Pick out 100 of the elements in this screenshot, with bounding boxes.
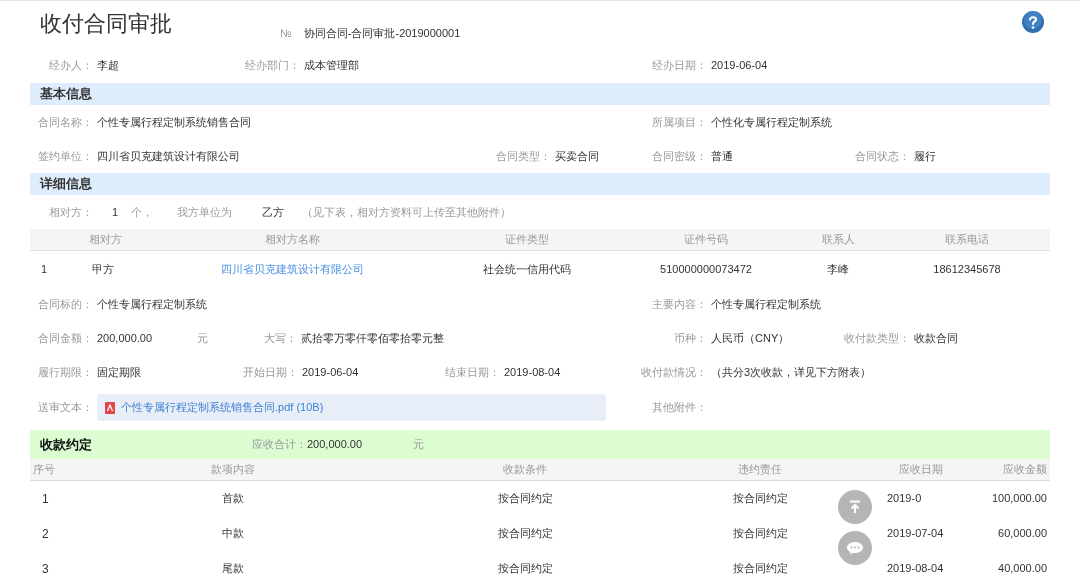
- column-header: 款项内容: [210, 462, 256, 478]
- field-value: 固定期限: [97, 364, 141, 380]
- table-cell-text: 1: [41, 490, 50, 508]
- table-cell-text: 甲方: [91, 261, 115, 277]
- field-label: 合同名称：: [37, 114, 93, 130]
- column-header: 应收金额: [1002, 462, 1048, 478]
- field-label: 经办人：: [48, 58, 93, 74]
- table-cell-text: 中款: [221, 526, 245, 542]
- column-header: 相对方: [87, 232, 123, 248]
- column-header: 联系人: [820, 232, 856, 248]
- field-value: 乙方: [262, 204, 285, 220]
- field-label: 所属项目：: [651, 114, 707, 130]
- counterparty-count: 1: [112, 204, 119, 220]
- field-value: 李超: [97, 58, 119, 74]
- field-label: 送审文本：: [37, 400, 93, 416]
- table-cell-text: 按合同约定: [496, 561, 554, 577]
- field-label: 结束日期：: [444, 364, 500, 380]
- field-label: 相对方：: [48, 204, 93, 220]
- attachment-link[interactable]: 个性专属行程定制系统销售合同.pdf (10B): [97, 394, 606, 421]
- table-cell-text: 2019-07-04: [886, 526, 945, 542]
- field-value: 收款合同: [914, 330, 958, 346]
- field-value: 普通: [711, 148, 733, 164]
- back-to-top-button[interactable]: [838, 490, 872, 524]
- field-label: 开始日期：: [242, 364, 298, 380]
- currency-unit: 元: [197, 330, 208, 346]
- field-label: 其他附件：: [651, 400, 707, 416]
- currency-unit: 元: [413, 437, 424, 453]
- field-label: 经办部门：: [244, 58, 300, 74]
- field-value: 2019-06-04: [302, 364, 359, 380]
- field-label: 合同标的：: [37, 296, 93, 312]
- field-label: 应收合计：: [252, 437, 307, 453]
- pdf-file-icon: [105, 401, 115, 414]
- field-label: 收付款情况：: [640, 364, 707, 380]
- table-cell-text: 2019-08-04: [886, 561, 945, 577]
- section-title: 详细信息: [40, 175, 92, 194]
- field-label: 我方单位为: [177, 204, 233, 220]
- table-cell-text: 2019-0: [886, 491, 923, 507]
- table-cell-text: 100,000.00: [990, 491, 1048, 507]
- hint-text: （见下表，相对方资料可上传至其他附件）: [302, 204, 512, 220]
- field-value: 2019-06-04: [711, 58, 768, 74]
- column-header: 相对方名称: [263, 232, 321, 248]
- field-value: 个性专属行程定制系统: [97, 296, 207, 312]
- table-cell-text: 60,000.00: [997, 526, 1048, 542]
- section-title: 收款约定: [40, 435, 93, 454]
- field-value: 买卖合同: [555, 148, 599, 164]
- column-header: 收款条件: [502, 462, 548, 478]
- field-label: 签约单位：: [37, 148, 93, 164]
- column-header: 序号: [32, 462, 56, 478]
- row-number: 1: [40, 261, 49, 277]
- field-value: 人民币（CNY）: [711, 330, 790, 346]
- page-title: 收付合同审批: [40, 10, 173, 38]
- table-cell-text: 按合同约定: [496, 491, 554, 507]
- field-value: （共分3次收款，详见下方附表）: [711, 364, 872, 380]
- chat-bubble-icon: [846, 541, 864, 555]
- table-cell-text: 按合同约定: [496, 526, 554, 542]
- table-cell-text: 3: [41, 560, 50, 578]
- field-value: 成本管理部: [304, 58, 359, 74]
- field-value: 2019-08-04: [504, 364, 561, 380]
- field-value: 200,000.00: [97, 330, 154, 346]
- table-cell-text: 李峰: [826, 261, 850, 277]
- field-label: 币种：: [673, 330, 707, 346]
- table-cell-text: 按合同约定: [731, 561, 789, 577]
- field-label: 合同状态：: [854, 148, 910, 164]
- table-cell-text: 18612345678: [932, 261, 1002, 277]
- arrow-up-icon: [848, 500, 862, 514]
- table-cell-text: 尾款: [221, 561, 245, 577]
- count-unit: 个，: [131, 204, 154, 220]
- field-value: 个性专属行程定制系统: [711, 296, 821, 312]
- field-value: 个性专属行程定制系统销售合同: [97, 114, 251, 130]
- chat-button[interactable]: [838, 531, 872, 565]
- table-cell-text: 510000000073472: [659, 261, 753, 277]
- column-header: 违约责任: [737, 462, 783, 478]
- field-value: 四川省贝克建筑设计有限公司: [97, 148, 240, 164]
- table-cell-text: 按合同约定: [731, 491, 789, 507]
- field-label: 合同金额：: [37, 330, 93, 346]
- company-link[interactable]: 四川省贝克建筑设计有限公司: [150, 260, 434, 278]
- table-cell-text: 40,000.00: [997, 561, 1048, 577]
- column-header: 应收日期: [898, 462, 944, 478]
- column-header: 联系电话: [944, 232, 990, 248]
- field-value: 贰拾零万零仟零佰零拾零元整: [301, 330, 444, 346]
- column-header: 证件类型: [504, 232, 550, 248]
- field-label: 收付款类型：: [843, 330, 910, 346]
- field-label: 大写：: [263, 330, 297, 346]
- field-label: 经办日期：: [651, 58, 707, 74]
- table-cell-text: 社会统一信用代码: [482, 261, 572, 277]
- number-sign: №: [280, 26, 292, 41]
- document-number: 协同合同-合同审批-2019000001: [303, 26, 461, 41]
- section-title: 基本信息: [40, 85, 92, 104]
- table-cell-text: 按合同约定: [731, 526, 789, 542]
- table-cell-text: 2: [41, 525, 50, 543]
- field-label: 履行期限：: [37, 364, 93, 380]
- total-amount: 200,000.00: [307, 437, 364, 453]
- help-icon[interactable]: [1022, 11, 1044, 33]
- field-label: 合同密级：: [651, 148, 707, 164]
- field-value: 履行: [914, 148, 936, 164]
- field-label: 合同类型：: [495, 148, 551, 164]
- table-cell-text: 首款: [221, 491, 245, 507]
- field-value: 个性化专属行程定制系统: [711, 114, 832, 130]
- field-label: 主要内容：: [651, 296, 707, 312]
- column-header: 证件号码: [683, 232, 729, 248]
